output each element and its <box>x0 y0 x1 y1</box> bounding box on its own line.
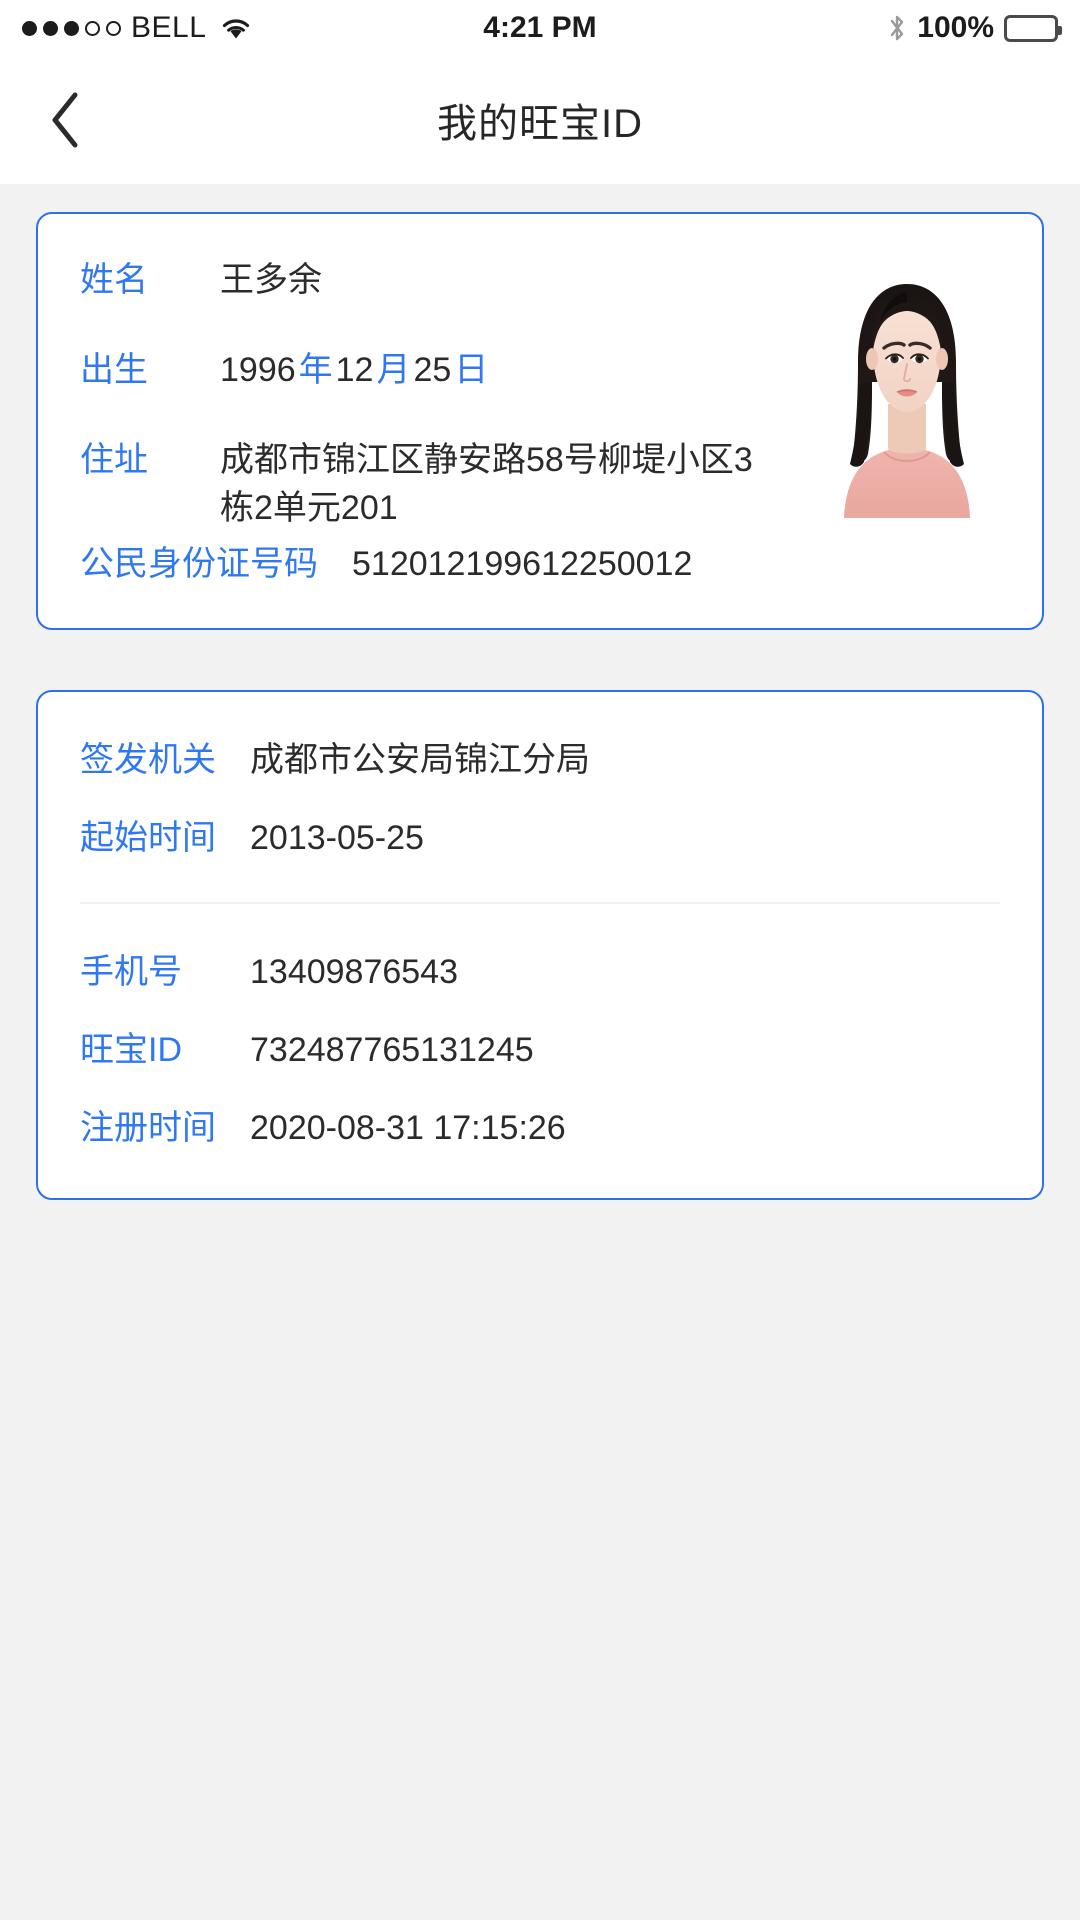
signal-strength-icon <box>22 20 121 36</box>
issuing-authority-value: 成都市公安局锦江分局 <box>250 741 590 779</box>
wifi-icon <box>220 15 252 41</box>
signal-dot-5 <box>106 20 121 36</box>
field-row-start-date: 起始时间 2013-05-25 <box>80 814 1000 862</box>
identity-card: 姓名 王多余 出生 1996年12月25日 住址 成都市锦江区静安路58号柳堤小… <box>36 212 1044 630</box>
birth-day: 25 <box>413 351 452 389</box>
birth-year: 1996 <box>220 351 296 389</box>
name-label: 姓名 <box>80 261 148 299</box>
signal-dot-3 <box>64 20 79 36</box>
battery-percent-label: 100% <box>917 11 994 44</box>
phone-label: 手机号 <box>80 953 182 991</box>
birth-day-unit: 日 <box>454 351 489 389</box>
field-row-phone: 手机号 13409876543 <box>80 948 1000 996</box>
name-value: 王多余 <box>220 261 322 299</box>
page-title: 我的旺宝ID <box>437 102 643 146</box>
register-time-value: 2020-08-31 17:15:26 <box>250 1109 566 1147</box>
phone-value: 13409876543 <box>250 953 459 991</box>
birth-year-unit: 年 <box>298 351 333 389</box>
birth-label: 出生 <box>80 351 148 389</box>
wangbao-id-value: 732487765131245 <box>250 1031 534 1069</box>
section-divider <box>80 902 1000 904</box>
field-row-register-time: 注册时间 2020-08-31 17:15:26 <box>80 1104 1000 1152</box>
wangbao-id-label: 旺宝ID <box>80 1031 182 1069</box>
carrier-label: BELL <box>131 11 207 44</box>
field-row-name: 姓名 王多余 <box>80 256 778 304</box>
identity-card-body: 姓名 王多余 出生 1996年12月25日 住址 成都市锦江区静安路58号柳堤小… <box>80 256 1000 532</box>
birth-value: 1996年12月25日 <box>220 346 778 394</box>
signal-dot-4 <box>85 20 100 36</box>
birth-month: 12 <box>335 351 374 389</box>
status-bar: BELL 4:21 PM 100% <box>0 0 1080 56</box>
id-number-value: 512012199612250012 <box>352 545 693 583</box>
field-row-wangbao-id: 旺宝ID 732487765131245 <box>80 1026 1000 1074</box>
status-bar-left: BELL <box>22 11 252 45</box>
start-date-value: 2013-05-25 <box>250 819 424 857</box>
page-content: 姓名 王多余 出生 1996年12月25日 住址 成都市锦江区静安路58号柳堤小… <box>0 184 1080 1200</box>
id-portrait-photo <box>814 262 1000 518</box>
issuing-authority-label: 签发机关 <box>80 741 216 779</box>
field-row-birth: 出生 1996年12月25日 <box>80 346 778 394</box>
back-button[interactable] <box>30 85 100 155</box>
signal-dot-2 <box>43 20 58 36</box>
navigation-bar: 我的旺宝ID <box>0 56 1080 184</box>
address-value: 成都市锦江区静安路58号柳堤小区3栋2单元201 <box>220 441 753 527</box>
signal-dot-1 <box>22 20 37 36</box>
account-card: 签发机关 成都市公安局锦江分局 起始时间 2013-05-25 手机号 1340… <box>36 690 1044 1200</box>
start-date-label: 起始时间 <box>80 819 216 857</box>
back-chevron-icon <box>48 91 82 149</box>
id-number-label: 公民身份证号码 <box>80 545 318 583</box>
register-time-label: 注册时间 <box>80 1109 216 1147</box>
status-bar-right: 100% <box>887 11 1062 45</box>
field-row-address: 住址 成都市锦江区静安路58号柳堤小区3栋2单元201 <box>80 436 778 532</box>
field-row-issuing-authority: 签发机关 成都市公安局锦江分局 <box>80 736 1000 784</box>
battery-full-icon <box>1004 14 1062 42</box>
birth-month-unit: 月 <box>376 351 411 389</box>
field-row-id-number: 公民身份证号码 512012199612250012 <box>80 540 1000 588</box>
address-label: 住址 <box>80 441 148 479</box>
identity-fields: 姓名 王多余 出生 1996年12月25日 住址 成都市锦江区静安路58号柳堤小… <box>80 256 778 532</box>
bluetooth-icon <box>887 13 907 43</box>
